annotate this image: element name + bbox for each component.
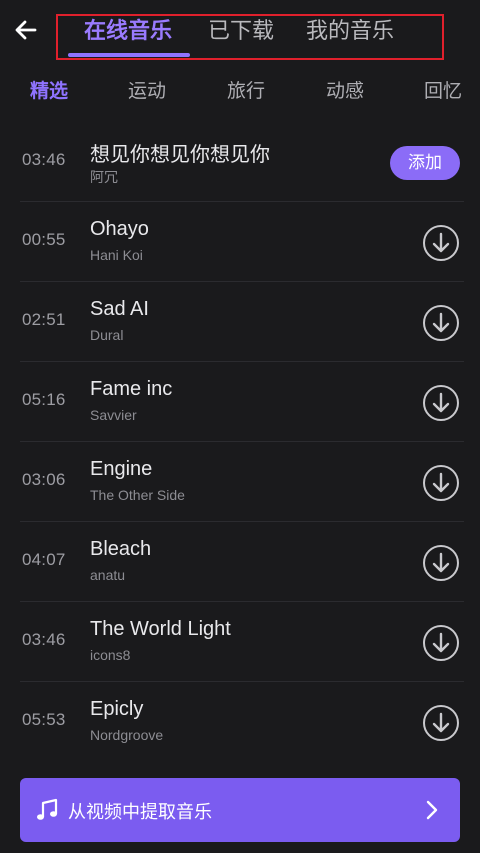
song-row[interactable]: 05:53 Epicly Nordgroove [0, 682, 480, 762]
back-button[interactable] [8, 12, 44, 48]
song-artist: Dural [90, 327, 124, 343]
category-travel[interactable]: 旅行 [227, 78, 265, 106]
tab-online-music[interactable]: 在线音乐 [84, 16, 172, 46]
song-title: Bleach [90, 538, 152, 560]
song-title: The World Light [90, 618, 231, 640]
song-row[interactable]: 03:46 想见你想见你想见你 阿冗 添加 [0, 122, 480, 202]
chevron-right-icon [426, 800, 438, 820]
category-featured[interactable]: 精选 [30, 78, 68, 106]
song-title: Engine [90, 458, 153, 480]
song-artist: 阿冗 [90, 169, 118, 185]
download-icon[interactable] [422, 304, 460, 342]
song-artist: anatu [90, 567, 126, 583]
song-duration: 03:46 [22, 630, 66, 649]
song-row[interactable]: 03:06 Engine The Other Side [0, 442, 480, 522]
music-note-icon [37, 798, 58, 820]
tab-my-music[interactable]: 我的音乐 [306, 16, 394, 46]
song-duration: 03:06 [22, 470, 66, 489]
song-artist: Nordgroove [90, 727, 164, 743]
song-title: Ohayo [90, 218, 149, 240]
song-row[interactable]: 02:51 Sad AI Dural [0, 282, 480, 362]
tab-downloaded[interactable]: 已下载 [208, 16, 274, 46]
extract-button-label: 从视频中提取音乐 [68, 802, 212, 822]
song-duration: 03:46 [22, 150, 66, 169]
category-sports[interactable]: 运动 [128, 78, 166, 106]
song-row[interactable]: 00:55 Ohayo Hani Koi [0, 202, 480, 282]
active-tab-indicator [68, 53, 190, 57]
song-duration: 02:51 [22, 310, 66, 329]
song-title: 想见你想见你想见你 [90, 144, 270, 166]
category-tabs: 精选 运动 旅行 动感 回忆 [0, 72, 480, 112]
category-dynamic[interactable]: 动感 [326, 78, 364, 106]
song-duration: 04:07 [22, 550, 66, 569]
song-artist: Savvier [90, 407, 137, 423]
extract-music-from-video-button[interactable]: 从视频中提取音乐 [20, 778, 460, 842]
app-screen: 在线音乐 已下载 我的音乐 精选 运动 旅行 动感 回忆 03:46 想见你想见… [0, 0, 480, 853]
song-duration: 00:55 [22, 230, 66, 249]
add-button[interactable]: 添加 [390, 146, 460, 180]
song-title: Sad AI [90, 298, 149, 320]
song-artist: icons8 [90, 647, 131, 663]
download-icon[interactable] [422, 384, 460, 422]
song-row[interactable]: 05:16 Fame inc Savvier [0, 362, 480, 442]
song-title: Fame inc [90, 378, 173, 400]
download-icon[interactable] [422, 224, 460, 262]
category-memories[interactable]: 回忆 [424, 78, 462, 106]
download-icon[interactable] [422, 464, 460, 502]
header: 在线音乐 已下载 我的音乐 [0, 0, 480, 62]
download-icon[interactable] [422, 624, 460, 662]
song-row[interactable]: 04:07 Bleach anatu [0, 522, 480, 602]
song-duration: 05:53 [22, 710, 66, 729]
download-icon[interactable] [422, 704, 460, 742]
song-duration: 05:16 [22, 390, 66, 409]
song-row[interactable]: 03:46 The World Light icons8 [0, 602, 480, 682]
top-tabs: 在线音乐 已下载 我的音乐 [56, 14, 444, 60]
arrow-left-icon [15, 20, 37, 40]
song-artist: The Other Side [90, 487, 185, 503]
song-artist: Hani Koi [90, 247, 143, 263]
download-icon[interactable] [422, 544, 460, 582]
song-title: Epicly [90, 698, 144, 720]
